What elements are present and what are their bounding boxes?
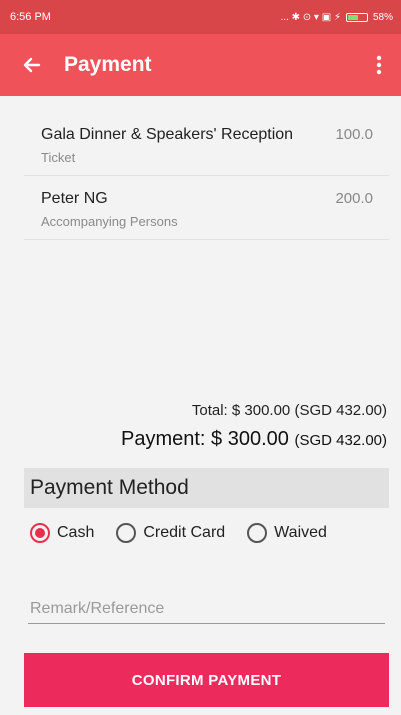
total-summary: Total: $ 300.00 (SGD 432.00)	[192, 402, 387, 419]
radio-unselected-icon	[247, 523, 268, 543]
list-item: Gala Dinner & Speakers' Reception Ticket…	[24, 112, 389, 176]
payment-summary: Payment: $ 300.00 (SGD 432.00)	[121, 428, 387, 451]
payment-sgd: (SGD 432.00)	[294, 432, 387, 449]
payment-method-options: Cash Credit Card Waived	[30, 521, 390, 545]
radio-credit-card[interactable]: Credit Card	[116, 523, 225, 543]
item-type: Accompanying Persons	[41, 214, 178, 229]
status-bar: 6:56 PM ... ✱ ⊙ ▾ ▣ ⚡ 58%	[0, 0, 401, 34]
back-button[interactable]	[0, 34, 64, 96]
page-title: Payment	[64, 53, 152, 76]
battery-icon	[345, 12, 368, 22]
list-item: Peter NG Accompanying Persons 200.0	[24, 176, 389, 240]
radio-label: Cash	[57, 524, 95, 541]
payment-amount: Payment: $ 300.00	[121, 428, 289, 450]
battery-percent: 58%	[372, 11, 393, 23]
item-name: Peter NG	[41, 190, 108, 207]
payment-method-heading: Payment Method	[24, 468, 389, 508]
radio-label: Credit Card	[143, 524, 226, 541]
status-time: 6:56 PM	[10, 11, 51, 23]
battery-fill	[347, 14, 359, 20]
more-menu-button[interactable]	[357, 34, 401, 96]
radio-label: Waived	[274, 524, 327, 541]
more-vertical-icon	[376, 55, 382, 75]
confirm-payment-button[interactable]: CONFIRM PAYMENT	[24, 653, 389, 707]
screen: 6:56 PM ... ✱ ⊙ ▾ ▣ ⚡ 58% Payment Gala D…	[0, 0, 401, 715]
item-price: 100.0	[335, 126, 373, 143]
radio-selected-icon	[30, 523, 50, 543]
remark-input[interactable]	[28, 594, 385, 624]
item-type: Ticket	[41, 150, 76, 165]
app-bar: Payment	[0, 34, 401, 96]
status-indicators: ... ✱ ⊙ ▾ ▣ ⚡ 58%	[281, 12, 394, 23]
total-amount: Total: $ 300.00	[191, 402, 291, 419]
arrow-left-icon	[23, 57, 41, 73]
item-price: 200.0	[335, 190, 373, 207]
radio-cash[interactable]: Cash	[30, 523, 94, 543]
radio-waived[interactable]: Waived	[247, 523, 327, 543]
item-name: Gala Dinner & Speakers' Reception	[41, 126, 294, 143]
total-sgd: (SGD 432.00)	[294, 402, 387, 419]
order-items-list: Gala Dinner & Speakers' Reception Ticket…	[24, 112, 389, 240]
status-icons: ... ✱ ⊙ ▾ ▣ ⚡	[280, 11, 341, 23]
radio-unselected-icon	[116, 523, 137, 543]
